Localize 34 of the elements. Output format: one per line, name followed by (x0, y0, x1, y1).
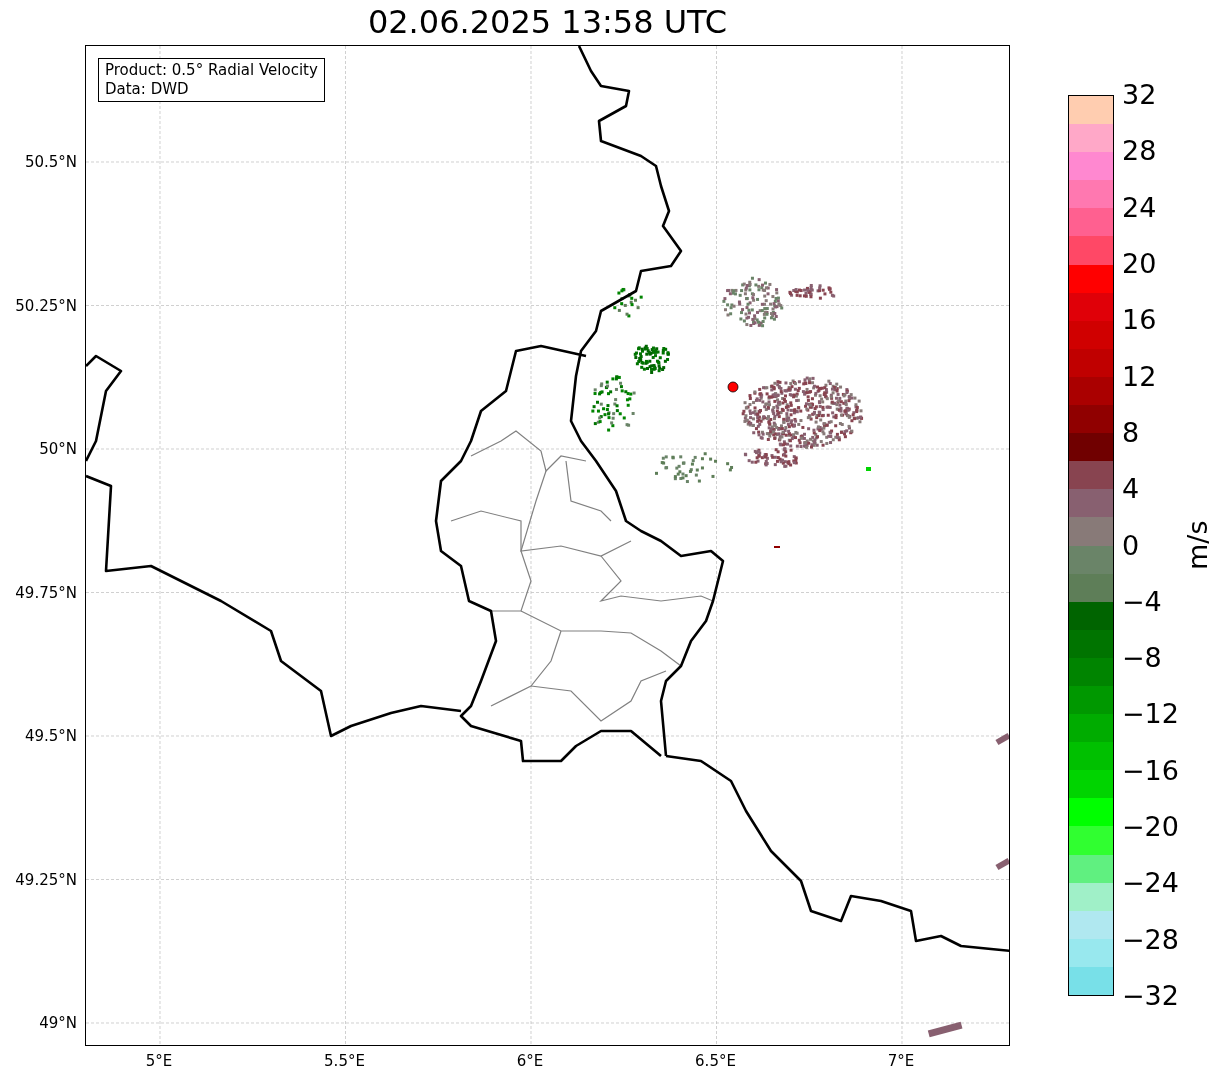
info-text: Product: 0.5° Radial Velocity (105, 61, 318, 80)
colorbar-label: m/s (1181, 520, 1215, 571)
colorbar-tick-label: 8 (1122, 417, 1140, 448)
longitude-label: 6.5°E (695, 1051, 736, 1072)
colorbar-tick-label: −8 (1122, 643, 1162, 674)
colorbar-tick-label: −4 (1122, 586, 1162, 617)
latitude-label: 49°N (39, 1013, 77, 1034)
latitude-label: 50.25°N (15, 295, 77, 317)
colorbar-tick-label: −12 (1122, 699, 1179, 730)
radar-site-marker (727, 381, 739, 393)
longitude-label: 7°E (887, 1051, 915, 1072)
longitude-label: 5.5°E (324, 1051, 365, 1072)
colorbar-tick-label: −24 (1122, 868, 1179, 899)
colorbar-tick-label: 24 (1122, 192, 1157, 223)
colorbar-tick-label: 4 (1122, 474, 1140, 505)
info-text: Data: DWD (105, 80, 190, 99)
colorbar-tick-label: 28 (1122, 136, 1157, 167)
colorbar-tick-label: −16 (1122, 755, 1179, 786)
latitude-label: 49.75°N (15, 582, 77, 604)
longitude-label: 6°E (516, 1051, 544, 1072)
latitude-label: 50°N (39, 439, 77, 460)
colorbar-tick-label: 12 (1122, 361, 1157, 392)
longitude-label: 5°E (145, 1051, 173, 1072)
chart-title: 02.06.2025 13:58 UTC (366, 2, 729, 43)
colorbar-tick-label: 32 (1122, 80, 1157, 110)
colorbar-tick-label: 0 (1122, 530, 1140, 561)
colorbar-tick-label: −32 (1122, 981, 1179, 1011)
colorbar-tick-label: −28 (1122, 924, 1179, 955)
colorbar-tick-label: 20 (1122, 248, 1157, 279)
latitude-label: 49.5°N (24, 726, 77, 747)
latitude-label: 50.5°N (24, 152, 77, 173)
colorbar-tick-label: −20 (1122, 812, 1179, 843)
colorbar-tick-label: 16 (1122, 305, 1157, 336)
latitude-label: 49.25°N (15, 869, 77, 891)
